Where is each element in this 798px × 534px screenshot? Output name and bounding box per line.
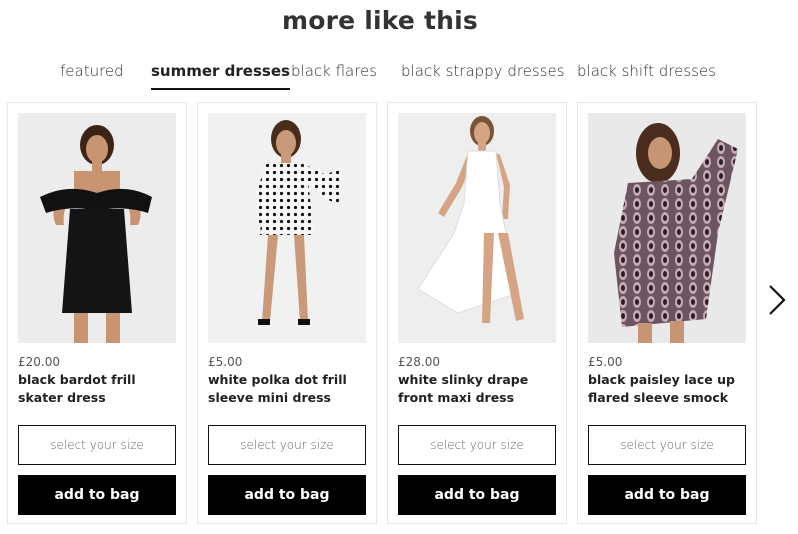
tab-featured[interactable]: featured (60, 62, 124, 80)
product-name[interactable]: white polka dot frill sleeve mini dress (208, 371, 368, 407)
product-card: £28.00 white slinky drape front maxi dre… (387, 102, 567, 524)
product-image[interactable] (208, 113, 366, 343)
product-card: £5.00 black paisley lace up flared sleev… (577, 102, 757, 524)
size-select[interactable]: select your size (18, 425, 176, 465)
product-name[interactable]: white slinky drape front maxi dress (398, 371, 558, 407)
product-name[interactable]: black paisley lace up flared sleeve smoc… (588, 371, 748, 407)
tab-black-flares[interactable]: black flares (291, 62, 377, 80)
product-price: £5.00 (588, 355, 623, 369)
product-price: £28.00 (398, 355, 440, 369)
tab-summer-dresses[interactable]: summer dresses (151, 62, 290, 90)
product-image[interactable] (398, 113, 556, 343)
tab-label: summer dresses (151, 62, 290, 80)
product-price: £20.00 (18, 355, 60, 369)
size-select[interactable]: select your size (398, 425, 556, 465)
add-to-bag-button[interactable]: add to bag (18, 475, 176, 515)
product-card: £20.00 black bardot frill skater dress s… (7, 102, 187, 524)
tab-black-strappy-dresses[interactable]: black strappy dresses (401, 62, 565, 80)
add-to-bag-button[interactable]: add to bag (588, 475, 746, 515)
active-tab-underline (151, 88, 290, 90)
size-select[interactable]: select your size (588, 425, 746, 465)
add-to-bag-button[interactable]: add to bag (398, 475, 556, 515)
section-title: more like this (282, 6, 478, 35)
product-image[interactable] (18, 113, 176, 343)
size-select[interactable]: select your size (208, 425, 366, 465)
product-name[interactable]: black bardot frill skater dress (18, 371, 178, 407)
product-price: £5.00 (208, 355, 243, 369)
tab-black-shift-dresses[interactable]: black shift dresses (577, 62, 716, 80)
product-card: £5.00 white polka dot frill sleeve mini … (197, 102, 377, 524)
category-tabs: featured summer dresses black flares bla… (0, 58, 798, 90)
product-image[interactable] (588, 113, 746, 343)
chevron-right-icon[interactable] (766, 282, 788, 318)
add-to-bag-button[interactable]: add to bag (208, 475, 366, 515)
